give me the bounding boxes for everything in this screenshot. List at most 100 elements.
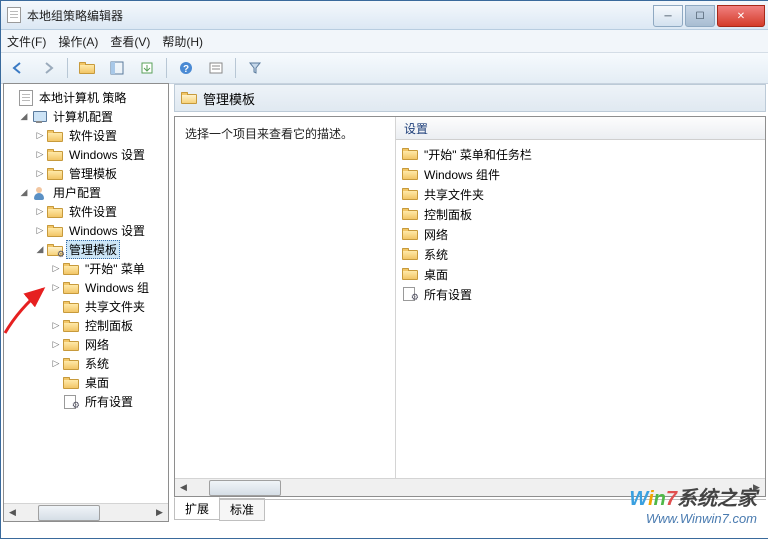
computer-icon — [31, 109, 47, 125]
folder-icon — [47, 225, 63, 237]
policy-icon — [19, 90, 33, 106]
tree-item[interactable]: 共享文件夹 — [4, 297, 168, 316]
tree-item[interactable]: 所有设置 — [4, 392, 168, 411]
description-prompt: 选择一个项目来查看它的描述。 — [185, 127, 353, 141]
export-button[interactable] — [134, 55, 160, 81]
app-window: 本地组策略编辑器 ─ ☐ ✕ 文件(F) 操作(A) 查看(V) 帮助(H) ?… — [0, 0, 768, 539]
tree-item[interactable]: ▷网络 — [4, 335, 168, 354]
minimize-button[interactable]: ─ — [653, 5, 683, 27]
list-item[interactable]: 控制面板 — [396, 204, 765, 224]
expand-icon[interactable]: ▷ — [34, 206, 46, 218]
user-icon — [31, 185, 47, 201]
folder-icon — [63, 358, 79, 370]
forward-button[interactable] — [35, 55, 61, 81]
window-controls: ─ ☐ ✕ — [651, 5, 765, 25]
tree-item[interactable]: ▷软件设置 — [4, 126, 168, 145]
collapse-icon[interactable]: ◢ — [18, 187, 30, 199]
all-settings-icon — [63, 394, 79, 410]
tree-user-config[interactable]: ◢用户配置 — [4, 183, 168, 202]
tree-item[interactable]: ▷系统 — [4, 354, 168, 373]
collapse-icon[interactable]: ◢ — [34, 244, 46, 256]
list-item[interactable]: 所有设置 — [396, 284, 765, 304]
toolbar-separator — [67, 58, 68, 78]
expand-icon[interactable]: ▷ — [34, 168, 46, 180]
tree-item[interactable]: ▷管理模板 — [4, 164, 168, 183]
expand-icon[interactable]: ▷ — [34, 149, 46, 161]
expand-icon[interactable]: ▷ — [50, 320, 62, 332]
content-area: 选择一个项目来查看它的描述。 设置 "开始" 菜单和任务栏 Windows 组件… — [174, 116, 766, 497]
folder-icon — [47, 149, 63, 161]
expand-icon[interactable]: ▷ — [34, 225, 46, 237]
menu-help[interactable]: 帮助(H) — [162, 33, 203, 50]
tree-admin-templates-selected[interactable]: ◢管理模板 — [4, 240, 168, 259]
watermark: Win7系统之家 Www.Winwin7.com — [629, 482, 757, 526]
expand-icon[interactable]: ▷ — [50, 358, 62, 370]
titlebar[interactable]: 本地组策略编辑器 ─ ☐ ✕ — [1, 1, 768, 30]
all-settings-icon — [402, 286, 418, 302]
tree-item[interactable]: ▷"开始" 菜单 — [4, 259, 168, 278]
tree-computer-config[interactable]: ◢计算机配置 — [4, 107, 168, 126]
close-button[interactable]: ✕ — [717, 5, 765, 27]
tree-item[interactable]: 桌面 — [4, 373, 168, 392]
maximize-button[interactable]: ☐ — [685, 5, 715, 27]
tree[interactable]: 本地计算机 策略 ◢计算机配置 ▷软件设置 ▷Windows 设置 ▷管理模板 … — [4, 84, 168, 511]
scroll-thumb[interactable] — [38, 505, 100, 521]
menu-action[interactable]: 操作(A) — [58, 33, 98, 50]
watermark-title: Win7系统之家 — [629, 482, 757, 511]
folder-icon — [47, 130, 63, 142]
svg-text:?: ? — [183, 64, 189, 75]
folder-icon — [402, 168, 418, 180]
menu-file[interactable]: 文件(F) — [7, 33, 46, 50]
show-tree-button[interactable] — [104, 55, 130, 81]
tree-item[interactable]: ▷Windows 设置 — [4, 221, 168, 240]
list-item[interactable]: 系统 — [396, 244, 765, 264]
col-setting: 设置 — [404, 120, 428, 137]
folder-icon — [402, 208, 418, 220]
window-title: 本地组策略编辑器 — [27, 7, 651, 24]
list-item[interactable]: 桌面 — [396, 264, 765, 284]
list-item[interactable]: 共享文件夹 — [396, 184, 765, 204]
tab-standard[interactable]: 标准 — [219, 498, 265, 521]
tree-item[interactable]: ▷Windows 设置 — [4, 145, 168, 164]
list-header[interactable]: 设置 — [396, 117, 765, 140]
folder-icon — [402, 148, 418, 160]
properties-button[interactable] — [203, 55, 229, 81]
app-icon — [7, 7, 21, 23]
folder-icon — [63, 301, 79, 313]
folder-icon — [47, 168, 63, 180]
toolbar-separator — [166, 58, 167, 78]
tree-hscrollbar[interactable]: ◀ ▶ — [4, 503, 168, 521]
list-body[interactable]: "开始" 菜单和任务栏 Windows 组件 共享文件夹 控制面板 网络 系统 … — [396, 140, 765, 496]
tree-item[interactable]: ▷Windows 组 — [4, 278, 168, 297]
list-item[interactable]: "开始" 菜单和任务栏 — [396, 144, 765, 164]
tree-item[interactable]: ▷控制面板 — [4, 316, 168, 335]
scroll-right-icon[interactable]: ▶ — [151, 504, 168, 521]
tab-extended[interactable]: 扩展 — [174, 497, 220, 520]
scroll-left-icon[interactable]: ◀ — [4, 504, 21, 521]
folder-icon — [63, 263, 79, 275]
folder-icon — [63, 282, 79, 294]
tree-item[interactable]: ▷软件设置 — [4, 202, 168, 221]
toolbar: ? — [1, 53, 768, 84]
expand-icon[interactable]: ▷ — [50, 263, 62, 275]
tree-root[interactable]: 本地计算机 策略 — [4, 88, 168, 107]
list-item[interactable]: 网络 — [396, 224, 765, 244]
admin-templates-icon — [47, 242, 63, 258]
list-item[interactable]: Windows 组件 — [396, 164, 765, 184]
list-pane: 设置 "开始" 菜单和任务栏 Windows 组件 共享文件夹 控制面板 网络 … — [395, 117, 765, 496]
menu-view[interactable]: 查看(V) — [110, 33, 150, 50]
tree-pane: 本地计算机 策略 ◢计算机配置 ▷软件设置 ▷Windows 设置 ▷管理模板 … — [3, 83, 169, 522]
filter-button[interactable] — [242, 55, 268, 81]
folder-icon — [63, 339, 79, 351]
folder-icon — [402, 228, 418, 240]
menubar: 文件(F) 操作(A) 查看(V) 帮助(H) — [1, 30, 768, 53]
back-button[interactable] — [5, 55, 31, 81]
expand-icon[interactable]: ▷ — [50, 282, 62, 294]
help-button[interactable]: ? — [173, 55, 199, 81]
collapse-icon[interactable]: ◢ — [18, 111, 30, 123]
expand-icon[interactable]: ▷ — [50, 339, 62, 351]
expand-icon[interactable]: ▷ — [34, 130, 46, 142]
up-button[interactable] — [74, 55, 100, 81]
content-title: 管理模板 — [203, 89, 255, 108]
folder-icon — [47, 206, 63, 218]
